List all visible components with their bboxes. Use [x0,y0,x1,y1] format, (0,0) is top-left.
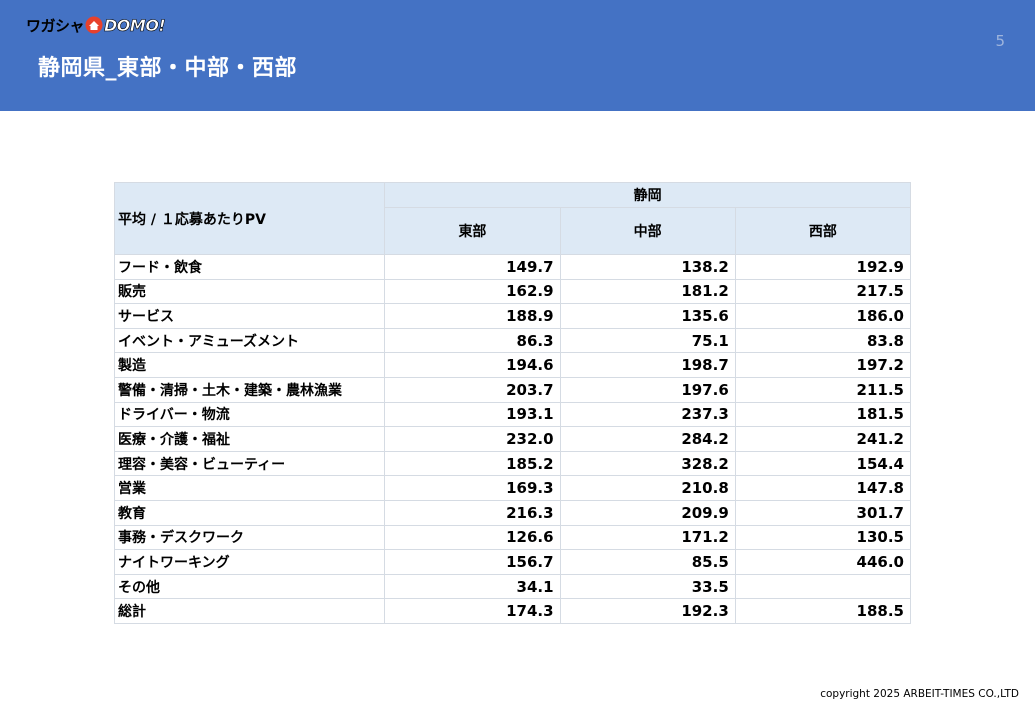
column-header: 中部 [559,207,736,255]
logo-house-icon [85,16,103,34]
cell-value: 138.2 [559,254,736,280]
cell-value: 241.2 [734,426,912,452]
cell-value: 34.1 [384,573,561,600]
cell-value: 85.5 [559,549,736,575]
row-label: サービス [113,303,386,329]
table-body: フード・飲食 149.7 138.2 192.9 販売 162.9 181.2 217.5 サー… [113,254,912,624]
cell-value: 209.9 [559,499,736,526]
cell-value: 232.0 [384,426,561,452]
row-label: その他 [113,573,386,600]
cell-value: 130.5 [734,524,912,551]
cell-value: 135.6 [559,303,736,329]
cell-value: 193.1 [384,401,561,428]
table-row: 教育 216.3 209.9 301.7 [113,499,912,526]
table-row: イベント・アミューズメント 86.3 75.1 83.8 [113,327,912,354]
cell-value: 86.3 [384,327,561,354]
column-group-header: 静岡 [384,182,911,208]
table-row: 製造 194.6 198.7 197.2 [113,352,912,378]
cell-value: 83.8 [734,327,912,354]
page-number: 5 [995,32,1005,50]
row-label: 製造 [113,352,386,378]
row-label: 販売 [113,278,386,305]
cell-value: 75.1 [559,327,736,354]
table-corner-label: 平均 / １応募あたりPV [113,182,386,255]
table-row: 警備・清掃・土木・建築・農林漁業 203.7 197.6 211.5 [113,376,912,403]
cell-value: 154.4 [734,450,912,477]
row-label: 総計 [113,598,386,624]
table-row: フード・飲食 149.7 138.2 192.9 [113,254,912,280]
cell-value: 194.6 [384,352,561,378]
cell-value: 217.5 [734,278,912,305]
row-label: 営業 [113,475,386,501]
cell-value: 446.0 [734,549,912,575]
cell-value: 186.0 [734,303,912,329]
cell-value: 126.6 [384,524,561,551]
cell-value: 188.5 [734,598,912,624]
pv-table: 平均 / １応募あたりPV 静岡 東部 中部 西部 フード・飲食 149.7 138… [113,182,912,624]
row-label: ドライバー・物流 [113,401,386,428]
cell-value: 197.2 [734,352,912,378]
cell-value: 174.3 [384,598,561,624]
cell-value: 210.8 [559,475,736,501]
table-row: ナイトワーキング 156.7 85.5 446.0 [113,549,912,575]
cell-value: 216.3 [384,499,561,526]
cell-value: 147.8 [734,475,912,501]
table-row: ドライバー・物流 193.1 237.3 181.5 [113,401,912,428]
cell-value: 211.5 [734,376,912,403]
cell-value: 33.5 [559,573,736,600]
page-title: 静岡県_東部・中部・西部 [38,56,298,81]
table-row: その他 34.1 33.5 [113,573,912,600]
row-label: フード・飲食 [113,254,386,280]
logo-latin: DOMO! [104,15,166,35]
cell-value: 301.7 [734,499,912,526]
logo-kana: ワガシャ [26,16,85,35]
row-label: 教育 [113,499,386,526]
row-label: イベント・アミューズメント [113,327,386,354]
row-label: 理容・美容・ビューティー [113,450,386,477]
cell-value: 169.3 [384,475,561,501]
row-label: 警備・清掃・土木・建築・農林漁業 [113,376,386,403]
table-row: 営業 169.3 210.8 147.8 [113,475,912,501]
cell-value: 171.2 [559,524,736,551]
table-row: 事務・デスクワーク 126.6 171.2 130.5 [113,524,912,551]
table-row: 総計 174.3 192.3 188.5 [113,598,912,624]
cell-value: 192.3 [559,598,736,624]
row-label: ナイトワーキング [113,549,386,575]
row-label: 医療・介護・福祉 [113,426,386,452]
cell-value: 181.2 [559,278,736,305]
cell-value: 328.2 [559,450,736,477]
column-header: 西部 [734,207,912,255]
cell-value: 198.7 [559,352,736,378]
cell-value: 162.9 [384,278,561,305]
row-label: 事務・デスクワーク [113,524,386,551]
cell-value: 284.2 [559,426,736,452]
brand-logo: ワガシャ DOMO! [26,14,166,36]
cell-value: 203.7 [384,376,561,403]
table-row: サービス 188.9 135.6 186.0 [113,303,912,329]
cell-value: 181.5 [734,401,912,428]
cell-value: 192.9 [734,254,912,280]
cell-value: 149.7 [384,254,561,280]
cell-value: 237.3 [559,401,736,428]
cell-value: 185.2 [384,450,561,477]
table-row: 販売 162.9 181.2 217.5 [113,278,912,305]
cell-value: 197.6 [559,376,736,403]
column-header: 東部 [384,207,561,255]
cell-value: 156.7 [384,549,561,575]
copyright: copyright 2025 ARBEIT-TIMES CO.,LTD [820,688,1019,700]
header-bar: ワガシャ DOMO! 静岡県_東部・中部・西部 5 [0,0,1035,111]
table-row: 医療・介護・福祉 232.0 284.2 241.2 [113,426,912,452]
cell-value: 188.9 [384,303,561,329]
table-row: 理容・美容・ビューティー 185.2 328.2 154.4 [113,450,912,477]
cell-value [734,573,912,600]
